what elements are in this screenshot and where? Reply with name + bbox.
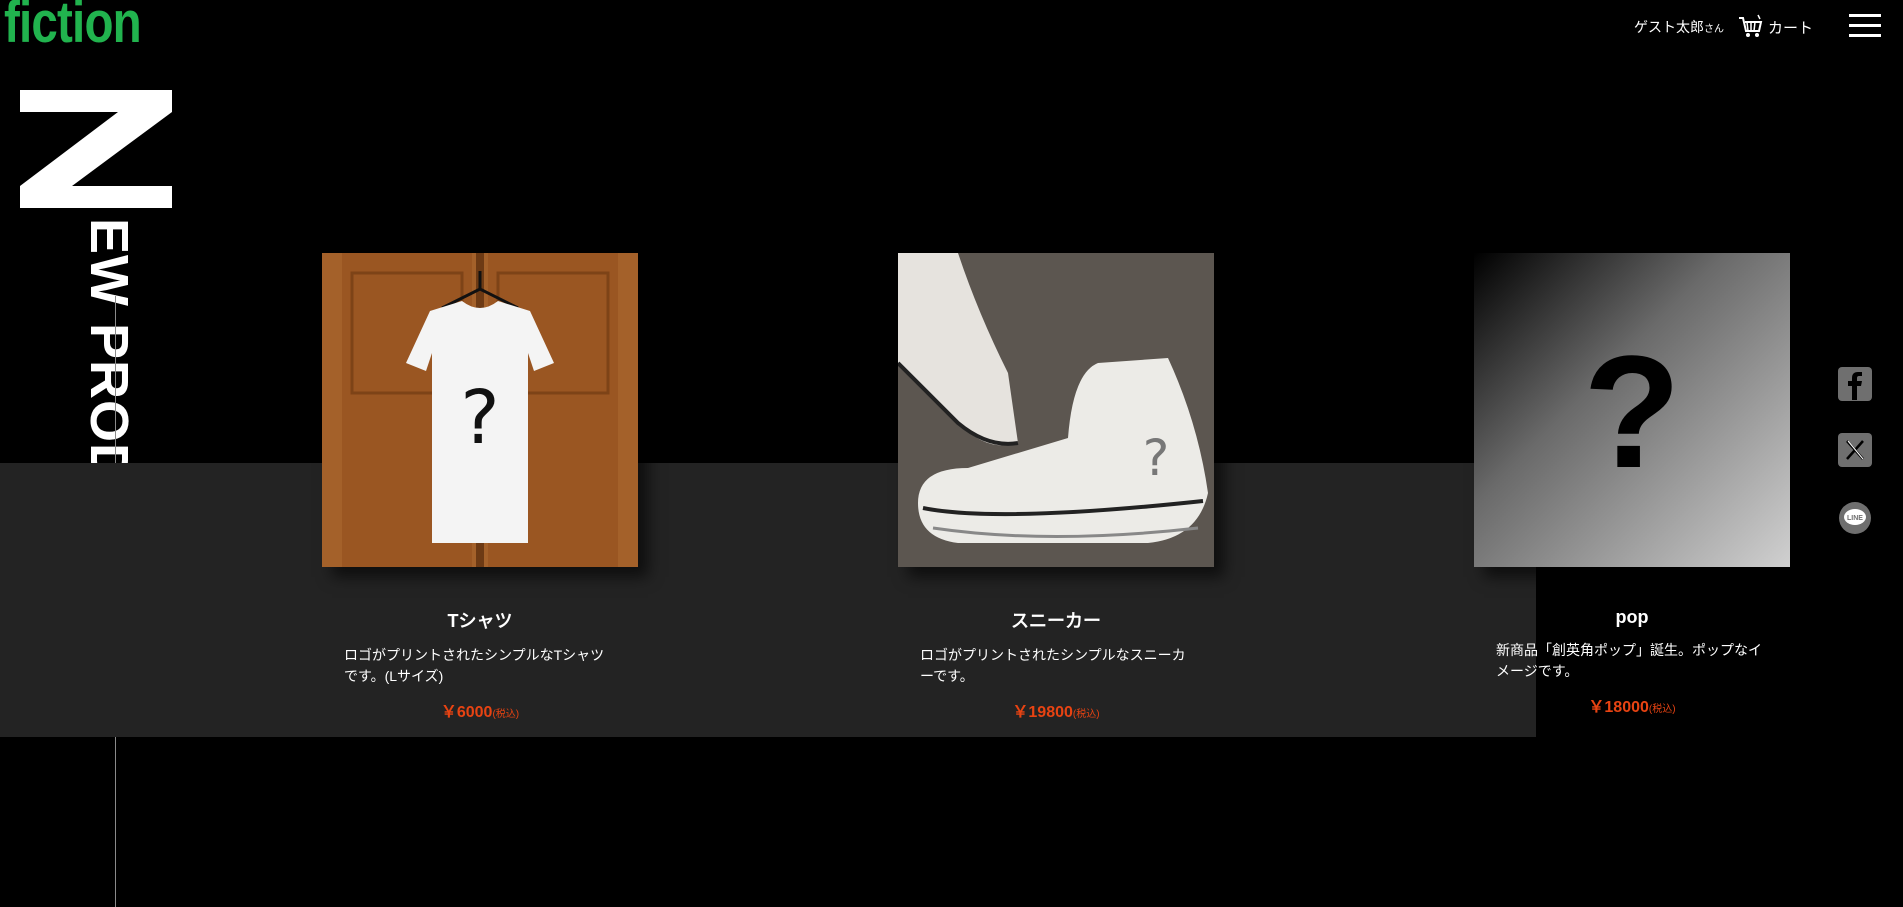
line-icon[interactable]: LINE [1837,500,1873,536]
product-image-tshirt[interactable]: ? [322,253,638,567]
product-price: ￥18000(税込) [1474,693,1790,717]
user-name: ゲスト太郎 [1633,19,1704,35]
price-value: ￥19800 [1012,704,1073,721]
section-initial-n: N [20,90,172,208]
product-card[interactable]: ? pop 新商品「創英角ポップ」誕生。ポップなイメージです。 ￥18000(税… [1474,253,1790,717]
product-card[interactable]: ? スニーカー ロゴがプリントされたシンプルなスニーカーです。 ￥19800(税… [898,253,1214,722]
product-card[interactable]: ? Tシャツ ロゴがプリントされたシンプルなTシャツです。(Lサイズ) ￥600… [322,253,638,722]
cart-icon [1738,14,1763,37]
svg-text:?: ? [460,375,499,461]
cart-link[interactable]: カート [1738,14,1813,40]
tax-note: (税込) [1072,709,1100,720]
header-user-area: ゲスト太郎さん カート [1634,14,1813,40]
cart-label: カート [1767,19,1813,37]
product-name[interactable]: スニーカー [898,607,1214,633]
product-image-sneaker[interactable]: ? [898,253,1214,567]
svg-text:?: ? [1143,429,1170,487]
tax-note: (税込) [492,709,520,720]
product-price: ￥6000(税込) [322,698,638,722]
product-price: ￥19800(税込) [898,698,1214,722]
facebook-icon[interactable] [1837,366,1873,402]
site-logo[interactable]: fiction [4,0,142,52]
product-band-background [0,463,1536,737]
svg-text:LINE: LINE [1847,515,1863,522]
user-greeting: ゲスト太郎さん [1634,17,1724,37]
tax-note: (税込) [1648,704,1676,715]
x-icon[interactable] [1837,432,1873,468]
price-value: ￥18000 [1588,699,1649,716]
hamburger-menu-button[interactable] [1849,14,1881,38]
product-name[interactable]: pop [1474,607,1790,628]
svg-text:?: ? [1583,322,1681,501]
product-name[interactable]: Tシャツ [322,607,638,633]
product-description: ロゴがプリントされたシンプルなスニーカーです。 [920,647,1186,684]
user-suffix: さん [1703,24,1724,35]
product-description: 新商品「創英角ポップ」誕生。ポップなイメージです。 [1496,642,1762,679]
product-image-pop[interactable]: ? [1474,253,1790,567]
price-value: ￥6000 [440,704,493,721]
product-description: ロゴがプリントされたシンプルなTシャツです。(Lサイズ) [344,647,605,684]
